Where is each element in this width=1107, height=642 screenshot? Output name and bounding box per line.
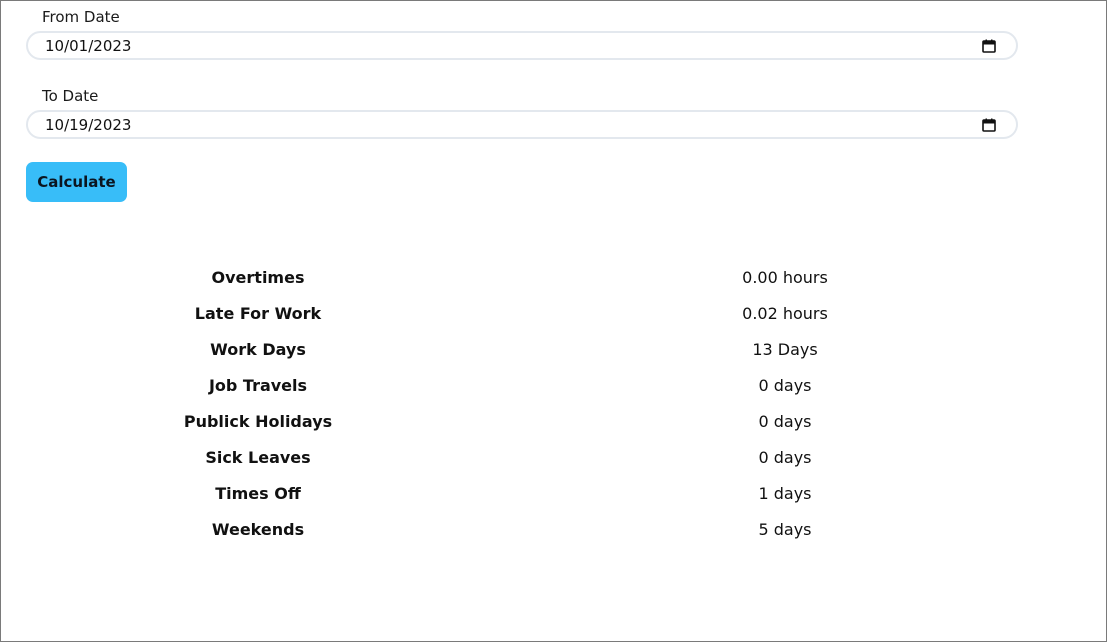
summary-label: Job Travels: [208, 376, 308, 395]
summary-row-overtimes: Overtimes 0.00 hours: [1, 260, 1043, 296]
summary-row-public-holidays: Publick Holidays 0 days: [1, 404, 1043, 440]
summary-value: 13 Days: [752, 340, 818, 359]
summary-label: Work Days: [210, 340, 306, 359]
summary-label: Times Off: [215, 484, 301, 503]
summary-value: 0 days: [758, 376, 812, 395]
calculate-button[interactable]: Calculate: [26, 162, 127, 202]
summary-value: 5 days: [758, 520, 812, 539]
to-date-input[interactable]: 10/19/2023: [26, 110, 1018, 139]
summary-value: 0.00 hours: [742, 268, 828, 287]
app-frame: From Date 10/01/2023 To Date 10/19/2023 …: [0, 0, 1107, 642]
summary-row-job-travels: Job Travels 0 days: [1, 368, 1043, 404]
summary-label: Sick Leaves: [205, 448, 311, 467]
summary-row-times-off: Times Off 1 days: [1, 476, 1043, 512]
summary-label: Weekends: [211, 520, 305, 539]
summary-table: Overtimes 0.00 hours Late For Work 0.02 …: [1, 260, 1043, 548]
summary-label: Publick Holidays: [183, 412, 333, 431]
to-date-value[interactable]: 10/19/2023: [45, 116, 131, 134]
calendar-icon[interactable]: [982, 39, 996, 53]
summary-row-work-days: Work Days 13 Days: [1, 332, 1043, 368]
summary-value: 0 days: [758, 412, 812, 431]
summary-row-sick-leaves: Sick Leaves 0 days: [1, 440, 1043, 476]
summary-label: Late For Work: [194, 304, 322, 323]
to-date-label: To Date: [42, 87, 99, 105]
summary-value: 0 days: [758, 448, 812, 467]
summary-value: 0.02 hours: [742, 304, 828, 323]
summary-row-weekends: Weekends 5 days: [1, 512, 1043, 548]
from-date-label: From Date: [42, 8, 120, 26]
calendar-icon[interactable]: [982, 118, 996, 132]
from-date-value[interactable]: 10/01/2023: [45, 37, 131, 55]
summary-label: Overtimes: [211, 268, 305, 287]
summary-value: 1 days: [758, 484, 812, 503]
from-date-input[interactable]: 10/01/2023: [26, 31, 1018, 60]
summary-row-late-for-work: Late For Work 0.02 hours: [1, 296, 1043, 332]
